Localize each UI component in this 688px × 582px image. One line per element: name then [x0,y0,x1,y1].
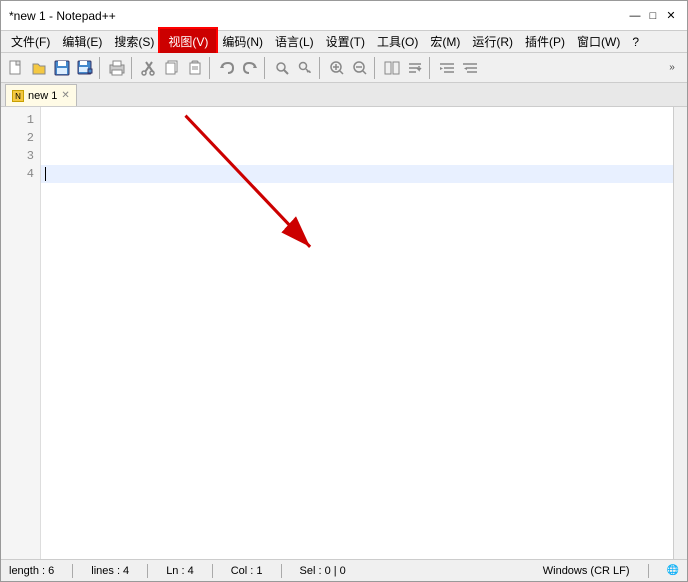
toolbar-zoom-in[interactable] [326,57,348,79]
menu-search[interactable]: 搜索(S) [108,31,160,52]
toolbar-sep-4 [264,57,268,79]
toolbar-sep-7 [429,57,433,79]
status-ln: Ln : 4 [166,565,194,577]
title-controls: — □ ✕ [627,8,679,24]
toolbar-sync-scroll[interactable] [381,57,403,79]
window-title: *new 1 - Notepad++ [9,9,116,23]
menu-bar: 文件(F) 编辑(E) 搜索(S) 视图(V) 编码(N) 语言(L) 设置(T… [1,31,687,53]
text-cursor [45,167,46,181]
menu-edit[interactable]: 编辑(E) [56,31,108,52]
toolbar-save-all[interactable] [74,57,96,79]
menu-plugins[interactable]: 插件(P) [519,31,571,52]
menu-macro[interactable]: 宏(M) [424,31,466,52]
menu-file[interactable]: 文件(F) [5,31,56,52]
toolbar-save[interactable] [51,57,73,79]
menu-window[interactable]: 窗口(W) [571,31,626,52]
menu-help[interactable]: ? [626,33,645,51]
menu-encoding[interactable]: 编码(N) [216,31,269,52]
tab-bar: N new 1 ✕ [1,83,687,107]
editor-line-3 [41,147,673,165]
tab-label: new 1 [28,90,57,102]
status-sep-2 [147,564,148,578]
menu-run[interactable]: 运行(R) [466,31,519,52]
status-sep-5 [648,564,649,578]
toolbar-word-wrap[interactable] [404,57,426,79]
toolbar-cut[interactable] [138,57,160,79]
title-bar: *new 1 - Notepad++ — □ ✕ [1,1,687,31]
line-num-4: 4 [1,165,40,183]
toolbar-overflow[interactable]: » [661,57,683,79]
status-sel: Sel : 0 | 0 [300,565,346,577]
toolbar-redo[interactable] [239,57,261,79]
toolbar-indent[interactable] [436,57,458,79]
editor-line-1 [41,111,673,129]
toolbar: » [1,53,687,83]
toolbar-sep-5 [319,57,323,79]
toolbar-sep-2 [131,57,135,79]
menu-tools[interactable]: 工具(O) [371,31,424,52]
line-num-1: 1 [1,111,40,129]
status-encoding: Windows (CR LF) [543,565,630,577]
status-sep-4 [281,564,282,578]
toolbar-sep-1 [99,57,103,79]
close-button[interactable]: ✕ [663,8,679,24]
toolbar-outdent[interactable] [459,57,481,79]
status-lines: lines : 4 [91,565,129,577]
status-sep-3 [212,564,213,578]
menu-language[interactable]: 语言(L) [269,31,320,52]
toolbar-paste[interactable] [184,57,206,79]
editor-line-2 [41,129,673,147]
maximize-button[interactable]: □ [645,8,661,24]
status-length: length : 6 [9,565,54,577]
menu-settings[interactable]: 设置(T) [320,31,371,52]
status-right-icon: 🌐 [667,565,679,576]
editor-container: 1 2 3 4 [1,107,687,559]
line-num-2: 2 [1,129,40,147]
toolbar-replace[interactable] [294,57,316,79]
toolbar-sep-3 [209,57,213,79]
status-sep-1 [72,564,73,578]
toolbar-copy[interactable] [161,57,183,79]
minimize-button[interactable]: — [627,8,643,24]
editor-content[interactable] [41,107,673,559]
menu-view[interactable]: 视图(V) [160,29,216,54]
editor-line-4 [41,165,673,183]
status-bar: length : 6 lines : 4 Ln : 4 Col : 1 Sel … [1,559,687,581]
toolbar-sep-6 [374,57,378,79]
tab-icon: N [12,90,24,102]
toolbar-zoom-out[interactable] [349,57,371,79]
line-num-3: 3 [1,147,40,165]
main-window: *new 1 - Notepad++ — □ ✕ 文件(F) 编辑(E) 搜索(… [0,0,688,582]
toolbar-undo[interactable] [216,57,238,79]
line-numbers: 1 2 3 4 [1,107,41,559]
toolbar-find[interactable] [271,57,293,79]
toolbar-open[interactable] [28,57,50,79]
scrollbar-vertical[interactable] [673,107,687,559]
toolbar-new[interactable] [5,57,27,79]
toolbar-print[interactable] [106,57,128,79]
status-col: Col : 1 [231,565,263,577]
tab-close-button[interactable]: ✕ [61,90,69,101]
tab-new1[interactable]: N new 1 ✕ [5,84,77,106]
